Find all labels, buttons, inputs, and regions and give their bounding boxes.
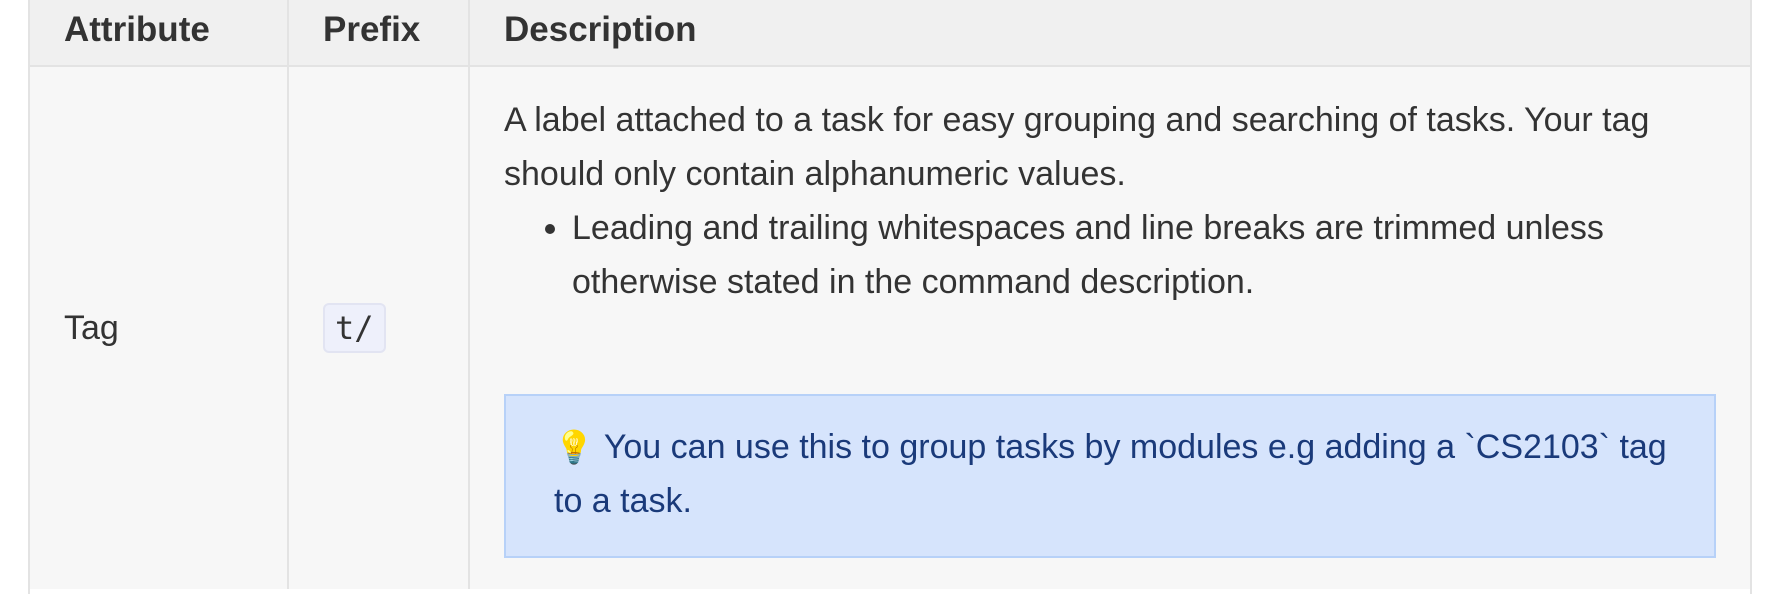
description-text: A label attached to a task for easy grou… — [504, 101, 1650, 193]
header-row: Attribute Prefix Description — [30, 0, 1750, 67]
table-header: Attribute Prefix Description — [30, 0, 1750, 67]
tip-box: 💡 You can use this to group tasks by modu… — [504, 394, 1716, 558]
header-attribute: Attribute — [30, 0, 289, 67]
header-description: Description — [469, 0, 1750, 67]
description-bullets: Leading and trailing whitespaces and lin… — [504, 201, 1716, 309]
attribute-table-container: Attribute Prefix Description Tag t/ A la… — [28, 0, 1752, 594]
prefix-cell: t/ — [288, 66, 470, 589]
lightbulb-icon: 💡 — [554, 429, 594, 465]
table-row: Tag t/ A label attached to a task for ea… — [30, 66, 1750, 589]
table-body: Tag t/ A label attached to a task for ea… — [30, 66, 1750, 589]
description-cell: A label attached to a task for easy grou… — [469, 66, 1750, 589]
tip-text: You can use this to group tasks by modul… — [554, 428, 1667, 520]
prefix-code: t/ — [323, 303, 386, 353]
header-prefix: Prefix — [288, 0, 470, 67]
attribute-table: Attribute Prefix Description Tag t/ A la… — [30, 0, 1750, 589]
bullet-item: Leading and trailing whitespaces and lin… — [572, 201, 1716, 309]
attribute-cell: Tag — [30, 66, 289, 589]
